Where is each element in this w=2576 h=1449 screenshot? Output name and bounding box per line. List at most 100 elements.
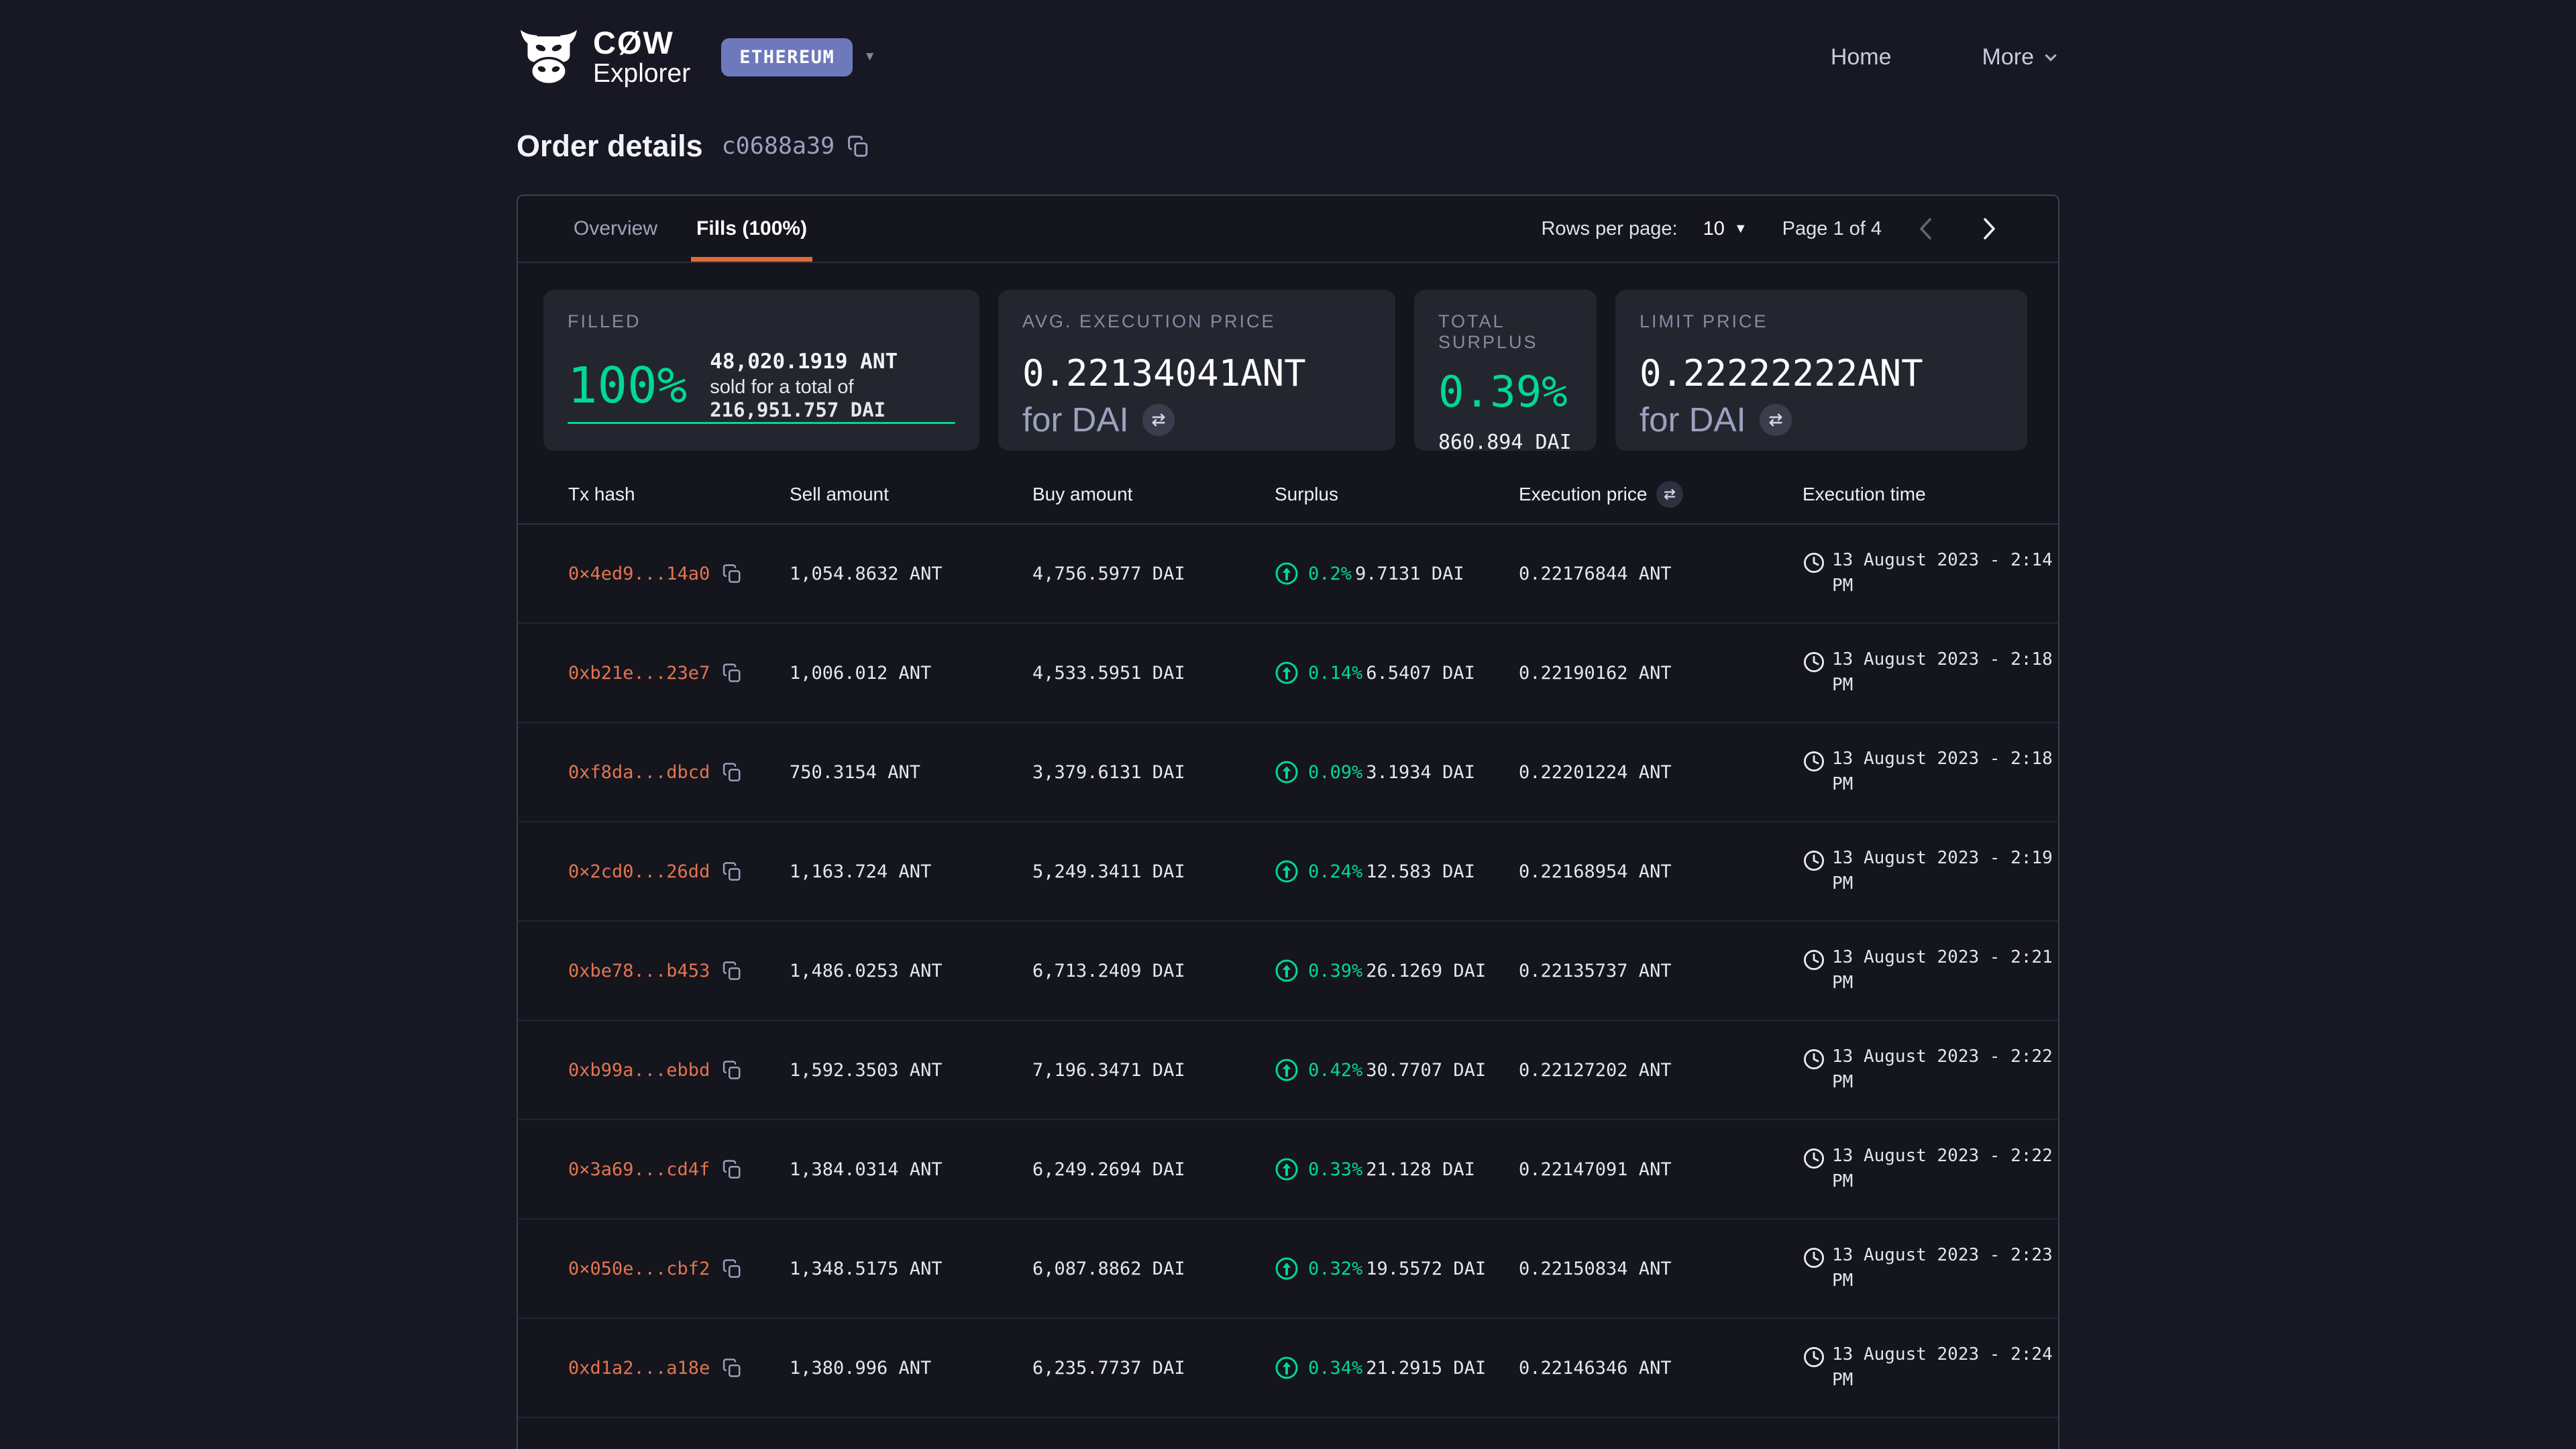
limit-price-label: LIMIT PRICE	[1640, 311, 2003, 332]
copy-tx-hash-button[interactable]	[722, 1159, 742, 1179]
tx-hash-link[interactable]: 0×050e...cbf2	[568, 1258, 710, 1279]
top-navigation-bar: CØW Explorer ETHEREUM ▼ Home More	[0, 0, 2576, 114]
cow-head-icon	[517, 28, 581, 86]
execution-time-cell: 13 August 2023 - 2:21 PM	[1803, 945, 2058, 996]
execution-price-cell: 0.22147091 ANT	[1519, 1159, 1803, 1180]
tx-hash-link[interactable]: 0×3a69...cd4f	[568, 1159, 710, 1180]
tx-hash-link[interactable]: 0xb99a...ebbd	[568, 1060, 710, 1081]
copy-order-id-button[interactable]	[847, 135, 869, 158]
copy-icon	[722, 1159, 742, 1179]
table-row: 0xb99a...ebbd 1,592.3503 ANT 7,196.3471 …	[518, 1021, 2058, 1120]
clock-icon	[1803, 551, 1825, 574]
surplus-cell: 0.24% 12.583 DAI	[1275, 859, 1519, 883]
execution-time-cell: 13 August 2023 - 2:18 PM	[1803, 747, 2058, 797]
tx-hash-link[interactable]: 0×4ed9...14a0	[568, 564, 710, 584]
execution-time-cell: 13 August 2023 - 2:18 PM	[1803, 647, 2058, 698]
page-header: Order details c0688a39	[517, 129, 2059, 164]
sell-amount-cell: 1,348.5175 ANT	[790, 1258, 1032, 1279]
table-body: 0×4ed9...14a0 1,054.8632 ANT 4,756.5977 …	[518, 525, 2058, 1418]
execution-time-cell: 13 August 2023 - 2:22 PM	[1803, 1044, 2058, 1095]
table-row: 0×050e...cbf2 1,348.5175 ANT 6,087.8862 …	[518, 1220, 2058, 1319]
cow-explorer-logo[interactable]: CØW Explorer	[517, 26, 690, 88]
chevron-down-icon[interactable]: ▼	[863, 50, 876, 64]
copy-icon	[722, 861, 742, 881]
limit-price-card: LIMIT PRICE 0.22222222ANT for DAI	[1615, 290, 2027, 451]
total-surplus-amount: 860.894 DAI	[1438, 431, 1572, 454]
filled-amount: 48,020.1919 ANT	[710, 350, 955, 374]
invert-price-button[interactable]	[1760, 404, 1792, 436]
tab-bar: Overview Fills (100%) Rows per page: 10 …	[518, 196, 2058, 263]
filled-card: FILLED 100% 48,020.1919 ANT sold for a t…	[543, 290, 979, 451]
copy-icon	[722, 1258, 742, 1279]
avg-execution-price-card: AVG. EXECUTION PRICE 0.22134041ANT for D…	[998, 290, 1395, 451]
chevron-right-icon	[1976, 214, 2002, 244]
arrow-up-circle-icon	[1275, 859, 1299, 883]
rows-per-page-select[interactable]: 10 ▼	[1703, 218, 1748, 240]
arrow-up-circle-icon	[1275, 1256, 1299, 1281]
total-surplus-card: TOTAL SURPLUS 0.39% 860.894 DAI	[1414, 290, 1597, 451]
tx-hash-link[interactable]: 0xd1a2...a18e	[568, 1358, 710, 1379]
tx-hash-link[interactable]: 0xb21e...23e7	[568, 663, 710, 684]
network-selector[interactable]: ETHEREUM ▼	[721, 38, 876, 76]
execution-time-cell: 13 August 2023 - 2:23 PM	[1803, 1243, 2058, 1293]
copy-tx-hash-button[interactable]	[722, 762, 742, 782]
tab-overview[interactable]: Overview	[568, 196, 663, 262]
tx-hash-link[interactable]: 0xbe78...b453	[568, 961, 710, 981]
buy-amount-cell: 5,249.3411 DAI	[1032, 861, 1275, 882]
copy-tx-hash-button[interactable]	[722, 663, 742, 683]
tx-hash-link[interactable]: 0xf8da...dbcd	[568, 762, 710, 783]
arrow-up-circle-icon	[1275, 1356, 1299, 1380]
order-fills-panel: Overview Fills (100%) Rows per page: 10 …	[517, 195, 2059, 1449]
rows-per-page-label: Rows per page:	[1541, 218, 1677, 240]
invert-price-column-button[interactable]	[1656, 481, 1683, 508]
chevron-left-icon	[1913, 214, 1939, 244]
surplus-cell: 0.09% 3.1934 DAI	[1275, 760, 1519, 784]
execution-time-cell: 13 August 2023 - 2:22 PM	[1803, 1144, 2058, 1194]
clock-icon	[1803, 949, 1825, 971]
filled-sold-total: sold for a total of 216,951.757 DAI	[710, 376, 955, 422]
avg-price-unit: for DAI	[1022, 400, 1129, 439]
execution-time-cell: 13 August 2023 - 2:19 PM	[1803, 846, 2058, 896]
buy-amount-cell: 6,235.7737 DAI	[1032, 1358, 1275, 1379]
copy-tx-hash-button[interactable]	[722, 1358, 742, 1378]
tab-fills[interactable]: Fills (100%)	[691, 196, 812, 262]
surplus-cell: 0.34% 21.2915 DAI	[1275, 1356, 1519, 1380]
nav-item-home[interactable]: Home	[1831, 44, 1892, 70]
copy-tx-hash-button[interactable]	[722, 861, 742, 881]
page-title: Order details	[517, 129, 703, 164]
avg-price-label: AVG. EXECUTION PRICE	[1022, 311, 1371, 332]
network-badge[interactable]: ETHEREUM	[721, 38, 853, 76]
sell-amount-cell: 1,380.996 ANT	[790, 1358, 1032, 1379]
nav-item-more[interactable]: More	[1982, 44, 2059, 70]
filled-label: FILLED	[568, 311, 955, 332]
previous-page-button[interactable]	[1907, 214, 1945, 244]
surplus-cell: 0.42% 30.7707 DAI	[1275, 1058, 1519, 1082]
copy-tx-hash-button[interactable]	[722, 564, 742, 584]
clock-icon	[1803, 1147, 1825, 1170]
select-caret-icon: ▼	[1734, 221, 1748, 237]
chevron-down-icon	[2042, 48, 2059, 66]
copy-icon	[722, 762, 742, 782]
sell-amount-cell: 750.3154 ANT	[790, 762, 1032, 783]
summary-cards: FILLED 100% 48,020.1919 ANT sold for a t…	[518, 263, 2058, 451]
avg-price-value: 0.22134041ANT	[1022, 352, 1371, 394]
clock-icon	[1803, 1048, 1825, 1071]
page-indicator: Page 1 of 4	[1782, 218, 1882, 240]
copy-tx-hash-button[interactable]	[722, 1060, 742, 1080]
arrow-up-circle-icon	[1275, 959, 1299, 983]
total-surplus-label: TOTAL SURPLUS	[1438, 311, 1572, 353]
surplus-cell: 0.39% 26.1269 DAI	[1275, 959, 1519, 983]
tx-hash-link[interactable]: 0×2cd0...26dd	[568, 861, 710, 882]
surplus-cell: 0.14% 6.5407 DAI	[1275, 661, 1519, 685]
execution-price-cell: 0.22135737 ANT	[1519, 961, 1803, 981]
next-page-button[interactable]	[1970, 214, 2008, 244]
table-header: Tx hash Sell amount Buy amount Surplus E…	[518, 466, 2058, 525]
copy-tx-hash-button[interactable]	[722, 1258, 742, 1279]
sell-amount-cell: 1,006.012 ANT	[790, 663, 1032, 684]
execution-price-cell: 0.22190162 ANT	[1519, 663, 1803, 684]
copy-tx-hash-button[interactable]	[722, 961, 742, 981]
col-execution-price: Execution price	[1519, 481, 1803, 508]
copy-icon	[722, 564, 742, 584]
invert-price-button[interactable]	[1142, 404, 1175, 436]
swap-arrows-icon	[1766, 411, 1785, 429]
